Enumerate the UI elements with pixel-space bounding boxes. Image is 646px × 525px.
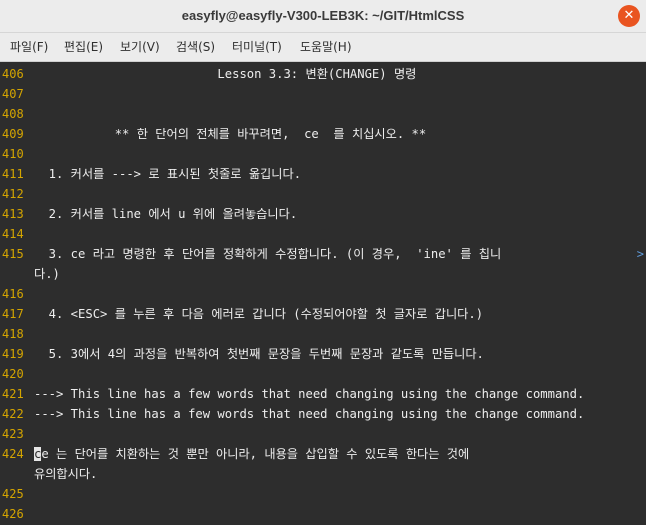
close-button[interactable]: ✕ [618, 5, 640, 27]
line-text: 2. 커서를 line 에서 u 위에 올려놓습니다. [34, 207, 298, 221]
editor-line: 426 [0, 504, 646, 524]
line-number: 409 [2, 127, 24, 141]
editor-line: 417 4. <ESC> 를 누른 후 다음 에러로 갑니다 (수정되어야할 첫… [0, 304, 646, 324]
editor-line: 411 1. 커서를 ---> 로 표시된 첫줄로 옮깁니다. [0, 164, 646, 184]
line-text: 다.) [34, 267, 60, 281]
menu-bar: 파일(F) 편집(E) 보기(V) 검색(S) 터미널(T) 도움말(H) [0, 33, 646, 62]
line-text: 4. <ESC> 를 누른 후 다음 에러로 갑니다 (수정되어야할 첫 글자로… [34, 307, 484, 321]
line-number: 414 [2, 227, 24, 241]
editor-line: 422 ---> This line has a few words that n… [0, 404, 646, 424]
line-text: 1. 커서를 ---> 로 표시된 첫줄로 옮깁니다. [34, 167, 302, 181]
line-number: 417 [2, 307, 24, 321]
line-text: ---> This line has a few words that need… [34, 387, 585, 401]
line-number: 421 [2, 387, 24, 401]
editor-line: 유의합시다. [0, 464, 646, 484]
menu-help[interactable]: 도움말(H) [300, 33, 352, 61]
line-number: 411 [2, 167, 24, 181]
line-number: 407 [2, 87, 24, 101]
vim-editor-area[interactable]: 406 Lesson 3.3: 변환(CHANGE) 명령 407 408 409 *… [0, 62, 646, 525]
editor-line: 424 ce 는 단어를 치환하는 것 뿐만 아니라, 내용을 삽입할 수 있도록… [0, 444, 646, 464]
line-number: 416 [2, 287, 24, 301]
line-number: 424 [2, 447, 24, 461]
wrap-marker: > [636, 247, 644, 261]
menu-edit[interactable]: 편집(E) [64, 33, 103, 61]
line-number: 426 [2, 507, 24, 521]
editor-line: 419 5. 3에서 4의 과정을 반복하여 첫번째 문장을 두번째 문장과 같… [0, 344, 646, 364]
editor-line: 406 Lesson 3.3: 변환(CHANGE) 명령 [0, 64, 646, 84]
editor-line: 다.) [0, 264, 646, 284]
line-number: 420 [2, 367, 24, 381]
terminal-window: easyfly@easyfly-V300-LEB3K: ~/GIT/HtmlCS… [0, 0, 646, 525]
editor-line: 407 [0, 84, 646, 104]
line-number: 425 [2, 487, 24, 501]
editor-line: 425 [0, 484, 646, 504]
line-number: 410 [2, 147, 24, 161]
line-number: 408 [2, 107, 24, 121]
line-number: 412 [2, 187, 24, 201]
line-number: 419 [2, 347, 24, 361]
editor-line: 409 ** 한 단어의 전체를 바꾸려면, ce 를 치십시오. ** [0, 124, 646, 144]
menu-search[interactable]: 검색(S) [176, 33, 215, 61]
menu-terminal[interactable]: 터미널(T) [232, 33, 282, 61]
editor-line: 420 [0, 364, 646, 384]
line-text: ** 한 단어의 전체를 바꾸려면, ce 를 치십시오. ** [34, 127, 427, 141]
editor-line: 415 3. ce 라고 명령한 후 단어를 정확하게 수정합니다. (이 경우… [0, 244, 646, 264]
editor-line: 413 2. 커서를 line 에서 u 위에 올려놓습니다. [0, 204, 646, 224]
text-cursor: c [34, 447, 42, 461]
line-text: Lesson 3.3: 변환(CHANGE) 명령 [34, 67, 417, 81]
line-text: 3. ce 라고 명령한 후 단어를 정확하게 수정합니다. (이 경우, 'i… [34, 247, 502, 261]
editor-line: 412 [0, 184, 646, 204]
line-number: 418 [2, 327, 24, 341]
line-number: 422 [2, 407, 24, 421]
editor-line: 423 [0, 424, 646, 444]
editor-line: 408 [0, 104, 646, 124]
menu-view[interactable]: 보기(V) [120, 33, 160, 61]
line-number: 413 [2, 207, 24, 221]
editor-line: 410 [0, 144, 646, 164]
title-bar[interactable]: easyfly@easyfly-V300-LEB3K: ~/GIT/HtmlCS… [0, 0, 646, 33]
line-text: 5. 3에서 4의 과정을 반복하여 첫번째 문장을 두번째 문장과 같도록 만… [34, 347, 484, 361]
line-text: 유의합시다. [34, 467, 98, 481]
menu-file[interactable]: 파일(F) [10, 33, 48, 61]
editor-line: 416 [0, 284, 646, 304]
window-title: easyfly@easyfly-V300-LEB3K: ~/GIT/HtmlCS… [181, 8, 465, 23]
editor-line: 418 [0, 324, 646, 344]
line-text: ---> This line has a few words that need… [34, 407, 585, 421]
line-text: ce 는 단어를 치환하는 것 뿐만 아니라, 내용을 삽입할 수 있도록 한다… [34, 447, 470, 461]
editor-line: 421 ---> This line has a few words that n… [0, 384, 646, 404]
line-number: 406 [2, 67, 24, 81]
line-number: 415 [2, 247, 24, 261]
editor-line: 414 [0, 224, 646, 244]
line-number: 423 [2, 427, 24, 441]
